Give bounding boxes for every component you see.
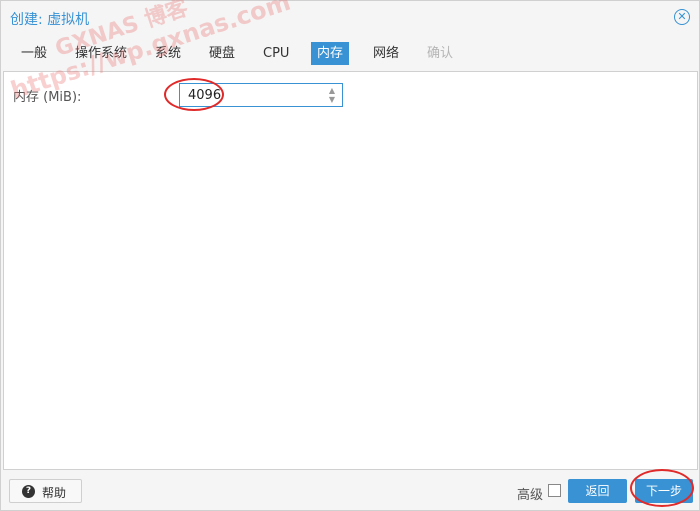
tab-memory[interactable]: 内存 xyxy=(311,42,350,65)
dialog-footer: ? 帮助 高级 返回 下一步 xyxy=(1,472,699,510)
memory-stepper[interactable]: ▲ ▼ xyxy=(179,83,343,107)
help-label: 帮助 xyxy=(42,486,67,500)
create-vm-dialog: 创建: 虚拟机 ✕ 一般 操作系统 系统 硬盘 CPU 内存 网络 确认 内存 … xyxy=(0,0,700,511)
spin-up-icon[interactable]: ▲ xyxy=(327,86,337,95)
tab-system[interactable]: 系统 xyxy=(149,42,187,65)
tab-network[interactable]: 网络 xyxy=(367,42,405,65)
tab-cpu[interactable]: CPU xyxy=(257,42,295,65)
advanced-checkbox[interactable] xyxy=(548,484,561,497)
close-icon[interactable]: ✕ xyxy=(674,9,690,25)
tab-general[interactable]: 一般 xyxy=(15,42,53,65)
advanced-label: 高级 xyxy=(517,488,544,503)
tab-confirm: 确认 xyxy=(427,46,454,61)
help-button[interactable]: ? 帮助 xyxy=(9,479,82,503)
tab-disk[interactable]: 硬盘 xyxy=(203,42,241,65)
memory-panel: 内存 (MiB): ▲ ▼ xyxy=(3,71,698,470)
tab-os[interactable]: 操作系统 xyxy=(69,42,133,65)
spin-down-icon[interactable]: ▼ xyxy=(327,95,337,104)
question-icon: ? xyxy=(22,485,35,498)
dialog-titlebar: 创建: 虚拟机 ✕ xyxy=(1,1,699,35)
wizard-tabs: 一般 操作系统 系统 硬盘 CPU 内存 网络 确认 xyxy=(1,39,699,69)
memory-input[interactable] xyxy=(180,84,320,106)
back-button[interactable]: 返回 xyxy=(568,479,627,503)
dialog-title: 创建: 虚拟机 xyxy=(10,12,90,28)
memory-label: 内存 (MiB): xyxy=(13,90,82,105)
next-button[interactable]: 下一步 xyxy=(635,479,693,503)
